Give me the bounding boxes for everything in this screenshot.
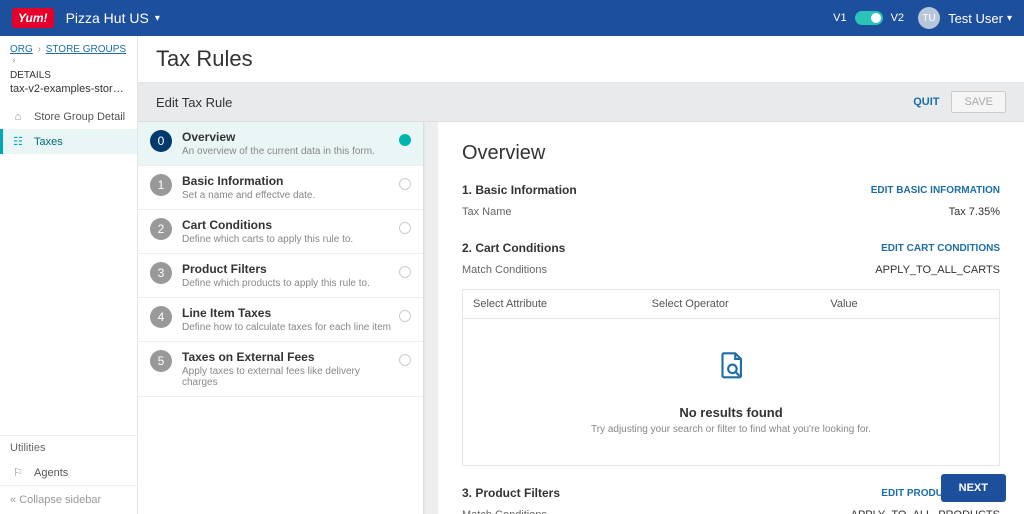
step-radio-icon	[399, 310, 411, 322]
step-cart-conditions[interactable]: 2 Cart Conditions Define which carts to …	[138, 210, 423, 254]
step-desc: Apply taxes to external fees like delive…	[182, 366, 393, 388]
col-value: Value	[820, 290, 999, 318]
step-number: 5	[150, 350, 172, 372]
section-title: 2. Cart Conditions	[462, 241, 565, 255]
overview-panel: Overview 1. Basic Information EDIT BASIC…	[438, 122, 1024, 514]
step-title: Line Item Taxes	[182, 306, 393, 320]
step-desc: Define which carts to apply this rule to…	[182, 234, 393, 245]
left-sidebar: ORG › STORE GROUPS › DETAILS tax-v2-exam…	[0, 36, 138, 514]
step-number: 1	[150, 174, 172, 196]
brand-logo: Yum!	[12, 8, 54, 28]
match-conditions-label: Match Conditions	[462, 264, 547, 276]
sidebar-item-label: Taxes	[34, 136, 63, 148]
step-external-fees[interactable]: 5 Taxes on External Fees Apply taxes to …	[138, 342, 423, 397]
brand-selector[interactable]: Pizza Hut US ▾	[66, 10, 160, 26]
step-number: 3	[150, 262, 172, 284]
section-title: 3. Product Filters	[462, 486, 560, 500]
col-attribute: Select Attribute	[463, 290, 642, 318]
collapse-sidebar[interactable]: « Collapse sidebar	[0, 485, 137, 514]
taxes-icon: ☷	[10, 135, 26, 148]
document-search-icon	[473, 349, 989, 391]
step-number: 2	[150, 218, 172, 240]
sidebar-item-agents[interactable]: ⚐ Agents	[0, 460, 137, 485]
agents-icon: ⚐	[10, 466, 26, 479]
edit-cart-conditions-link[interactable]: EDIT CART CONDITIONS	[881, 243, 1000, 254]
step-line-item-taxes[interactable]: 4 Line Item Taxes Define how to calculat…	[138, 298, 423, 342]
tax-name-label: Tax Name	[462, 206, 512, 218]
caret-down-icon: ▾	[1007, 13, 1012, 24]
step-desc: An overview of the current data in this …	[182, 146, 393, 157]
edit-bar: Edit Tax Rule QUIT SAVE	[138, 83, 1024, 122]
section-title: 1. Basic Information	[462, 183, 577, 197]
chevron-right-icon: ›	[38, 44, 41, 55]
step-desc: Set a name and effectve date.	[182, 190, 393, 201]
section-product-filters: 3. Product Filters EDIT PRODUCT FILTERS …	[462, 486, 1000, 514]
sidebar-item-taxes[interactable]: ☷ Taxes	[0, 129, 137, 154]
details-label: DETAILS	[0, 70, 137, 81]
step-overview[interactable]: 0 Overview An overview of the current da…	[138, 122, 423, 166]
quit-button[interactable]: QUIT	[913, 96, 939, 108]
caret-down-icon: ▾	[155, 13, 160, 24]
next-button[interactable]: NEXT	[941, 474, 1006, 502]
sidebar-item-store-group-detail[interactable]: ⌂ Store Group Detail	[0, 105, 137, 129]
sidebar-item-label: Agents	[34, 467, 68, 479]
step-basic-info[interactable]: 1 Basic Information Set a name and effec…	[138, 166, 423, 210]
top-header: Yum! Pizza Hut US ▾ V1 V2 TU Test User ▾	[0, 0, 1024, 36]
brand-name: Pizza Hut US	[66, 10, 149, 26]
step-desc: Define how to calculate taxes for each l…	[182, 322, 393, 333]
step-title: Overview	[182, 130, 393, 144]
sidebar-item-label: Store Group Detail	[34, 111, 125, 123]
empty-title: No results found	[473, 405, 989, 420]
col-operator: Select Operator	[642, 290, 821, 318]
match-conditions-value: APPLY_TO_ALL_CARTS	[875, 264, 1000, 276]
step-radio-icon	[399, 222, 411, 234]
breadcrumb-org[interactable]: ORG	[10, 44, 33, 55]
user-avatar[interactable]: TU	[918, 7, 940, 29]
version-toggle[interactable]	[855, 11, 883, 25]
user-name[interactable]: Test User	[948, 11, 1003, 26]
save-button[interactable]: SAVE	[951, 91, 1006, 113]
version-v2-label: V2	[891, 12, 904, 24]
breadcrumb: ORG › STORE GROUPS ›	[0, 36, 137, 70]
chevron-right-icon: ›	[12, 55, 15, 66]
step-desc: Define which products to apply this rule…	[182, 278, 393, 289]
edit-label: Edit Tax Rule	[156, 95, 232, 110]
match-conditions-value: APPLY_TO_ALL_PRODUCTS	[851, 509, 1000, 514]
empty-state: No results found Try adjusting your sear…	[462, 318, 1000, 466]
step-number: 4	[150, 306, 172, 328]
step-radio-icon	[399, 134, 411, 146]
step-title: Taxes on External Fees	[182, 350, 393, 364]
tax-name-value: Tax 7.35%	[949, 206, 1000, 218]
step-title: Cart Conditions	[182, 218, 393, 232]
main-content: Tax Rules Edit Tax Rule QUIT SAVE 0 Over…	[138, 36, 1024, 514]
page-title: Tax Rules	[138, 36, 1024, 83]
breadcrumb-store-groups[interactable]: STORE GROUPS	[46, 44, 126, 55]
overview-title: Overview	[462, 142, 1000, 165]
step-title: Basic Information	[182, 174, 393, 188]
step-radio-icon	[399, 178, 411, 190]
version-v1-label: V1	[833, 12, 846, 24]
step-number: 0	[150, 130, 172, 152]
section-cart-conditions: 2. Cart Conditions EDIT CART CONDITIONS …	[462, 241, 1000, 466]
utilities-label: Utilities	[0, 435, 137, 460]
store-icon: ⌂	[10, 111, 26, 123]
section-basic-info: 1. Basic Information EDIT BASIC INFORMAT…	[462, 183, 1000, 221]
step-list: 0 Overview An overview of the current da…	[138, 122, 424, 514]
step-product-filters[interactable]: 3 Product Filters Define which products …	[138, 254, 423, 298]
match-conditions-label: Match Conditions	[462, 509, 547, 514]
details-name: tax-v2-examples-storeGrou...	[0, 81, 137, 105]
step-radio-icon	[399, 266, 411, 278]
step-title: Product Filters	[182, 262, 393, 276]
conditions-table-header: Select Attribute Select Operator Value	[462, 289, 1000, 318]
step-radio-icon	[399, 354, 411, 366]
edit-basic-info-link[interactable]: EDIT BASIC INFORMATION	[871, 185, 1000, 196]
empty-subtitle: Try adjusting your search or filter to f…	[473, 424, 989, 435]
